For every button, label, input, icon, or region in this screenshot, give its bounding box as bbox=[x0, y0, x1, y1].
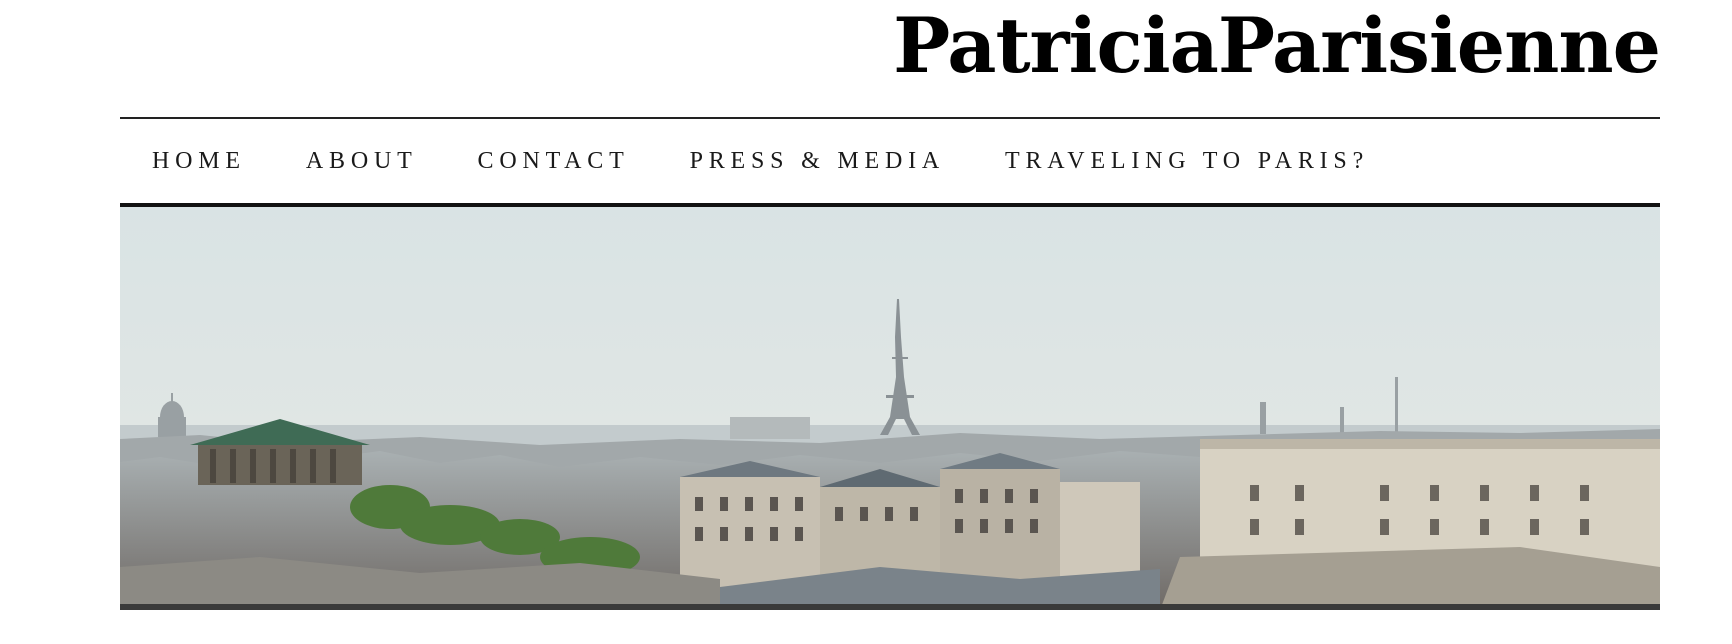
nav-item-about[interactable]: ABOUT bbox=[306, 148, 418, 175]
nav-item-press-media[interactable]: PRESS & MEDIA bbox=[690, 148, 945, 175]
paris-skyline-illustration bbox=[120, 207, 1660, 610]
nav-item-home[interactable]: HOME bbox=[152, 148, 246, 175]
main-nav: HOME ABOUT CONTACT PRESS & MEDIA TRAVELI… bbox=[120, 119, 1660, 203]
nav-item-traveling-to-paris[interactable]: TRAVELING TO PARIS? bbox=[1005, 148, 1369, 175]
site-title[interactable]: PatriciaParisienne bbox=[893, 0, 1661, 92]
nav-item-contact[interactable]: CONTACT bbox=[478, 148, 630, 175]
header-banner-image bbox=[120, 207, 1660, 610]
